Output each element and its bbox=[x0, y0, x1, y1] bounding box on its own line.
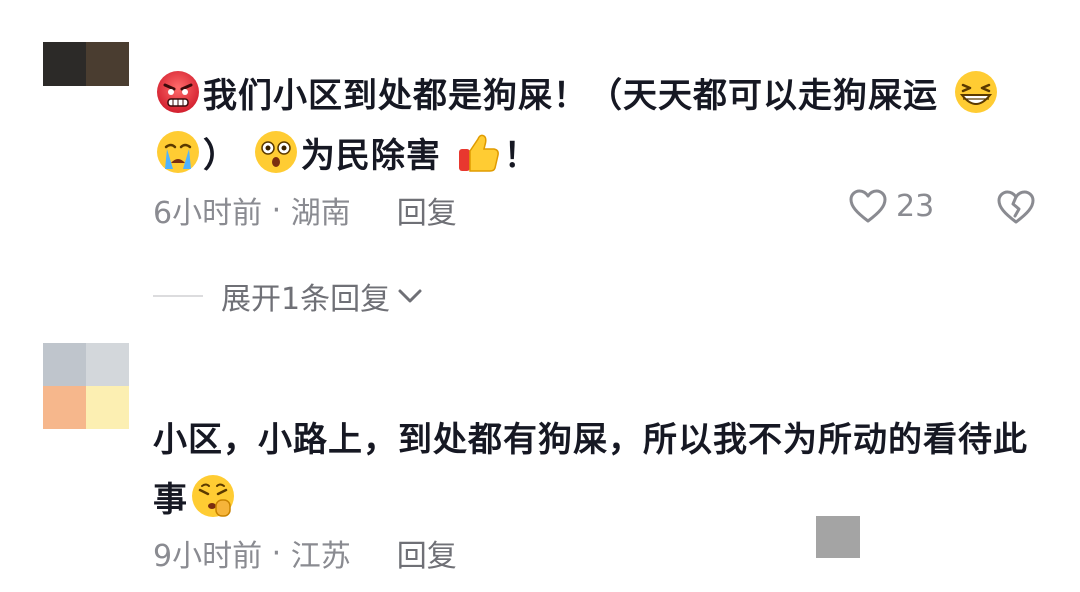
comment-location: 江苏 bbox=[290, 539, 351, 574]
comment-location: 湖南 bbox=[290, 196, 351, 231]
comment-text-part: ！ bbox=[503, 136, 539, 176]
avatar-block bbox=[86, 386, 129, 429]
avatar-block bbox=[86, 343, 129, 386]
avatar-block bbox=[43, 42, 86, 86]
comment-meta: 9小时前 · 江苏 回复 bbox=[153, 531, 457, 575]
reply-button[interactable]: 回复 bbox=[397, 188, 457, 232]
avatar-block bbox=[43, 386, 86, 429]
comment-text: 我们小区到处都是狗屎！（天天都可以走狗屎运 ） 为民除害 ！ bbox=[153, 66, 1033, 186]
comment-text-part: 我们小区到处都是狗屎！（天天都可以走狗屎运 bbox=[203, 76, 938, 116]
divider-line bbox=[153, 295, 203, 297]
avatar-block bbox=[86, 42, 129, 86]
astonished-face-icon bbox=[254, 131, 297, 173]
comment-time: 9小时前 bbox=[153, 539, 263, 574]
avatar[interactable] bbox=[43, 343, 129, 429]
meta-dot: · bbox=[262, 535, 291, 571]
expand-replies-label: 展开1条回复 bbox=[221, 282, 391, 317]
comment-meta: 6小时前 · 湖南 回复 bbox=[153, 188, 457, 232]
angry-face-icon bbox=[157, 71, 199, 113]
shushing-face-icon bbox=[192, 475, 234, 517]
comment-text-part: 小区，小路上，到处都有狗屎，所以我不为所动的看待此事 bbox=[153, 420, 1028, 520]
reply-button[interactable]: 回复 bbox=[397, 531, 457, 575]
thumbs-up-icon bbox=[458, 134, 499, 172]
redacted-block bbox=[816, 516, 860, 558]
heart-icon bbox=[849, 189, 887, 223]
comment-time: 6小时前 bbox=[153, 196, 263, 231]
crying-face-icon bbox=[157, 131, 199, 173]
broken-heart-icon bbox=[997, 190, 1035, 224]
dislike-button[interactable] bbox=[996, 189, 1036, 229]
comment-text: 小区，小路上，到处都有狗屎，所以我不为所动的看待此事 bbox=[153, 410, 1033, 530]
expand-replies-button[interactable]: 展开1条回复 bbox=[153, 274, 424, 318]
avatar-block bbox=[43, 343, 86, 386]
chevron-down-icon bbox=[398, 289, 422, 303]
like-button[interactable]: 23 bbox=[848, 188, 934, 224]
comment-text-part: 为民除害 bbox=[300, 136, 441, 176]
meta-dot: · bbox=[262, 192, 291, 228]
comment-text-part: ） bbox=[203, 136, 238, 176]
like-count: 23 bbox=[896, 188, 935, 224]
avatar[interactable] bbox=[43, 42, 129, 86]
grinning-squint-face-icon bbox=[954, 71, 997, 113]
